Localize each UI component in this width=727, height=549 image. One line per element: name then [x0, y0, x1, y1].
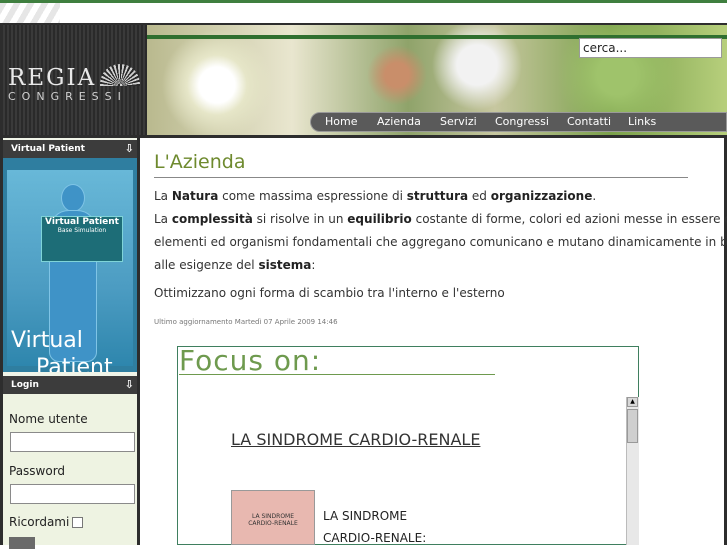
focus-divider: [179, 374, 495, 375]
remember-label: Ricordami: [9, 515, 70, 529]
paragraph-2c: alle esigenze del sistema:: [154, 258, 316, 272]
last-updated: Ultimo aggiornamento Martedì 07 Aprile 2…: [154, 318, 338, 326]
login-header-label: Login: [11, 380, 39, 390]
virtual-patient-line1: Virtual: [11, 328, 83, 353]
remember-checkbox[interactable]: [72, 517, 83, 528]
login-button[interactable]: [9, 537, 35, 549]
simulation-card-title: Virtual Patient: [45, 217, 119, 227]
focus-article-link[interactable]: LA SINDROME CARDIO-RENALE: [231, 430, 480, 449]
password-label: Password: [9, 464, 66, 478]
scroll-thumb[interactable]: [627, 409, 638, 443]
arrow-down-icon: ⇩: [124, 378, 134, 391]
virtual-patient-header-label: Virtual Patient: [11, 144, 85, 154]
focus-title: Focus on:: [179, 344, 322, 377]
simulation-card-subtitle: Base Simulation: [57, 227, 107, 234]
paragraph-1: La Natura come massima espressione di st…: [154, 189, 597, 203]
figure-head: [61, 184, 85, 212]
username-label: Nome utente: [9, 412, 88, 426]
logo-name: REGIA: [8, 65, 97, 91]
nav-item-azienda[interactable]: Azienda: [377, 115, 421, 128]
username-input[interactable]: [10, 432, 135, 452]
nav-item-home[interactable]: Home: [325, 115, 357, 128]
simulation-card: Virtual Patient Base Simulation: [41, 216, 123, 262]
nav-item-servizi[interactable]: Servizi: [440, 115, 477, 128]
virtual-patient-header[interactable]: Virtual Patient ⇩: [3, 140, 137, 158]
logo-subtitle: CONGRESSI: [8, 90, 127, 103]
thumbnail-text: LA SINDROME CARDIO-RENALE: [248, 513, 298, 527]
top-stripe: [0, 3, 727, 23]
paragraph-3: Ottimizzano ogni forma di scambio tra l'…: [154, 286, 505, 300]
arrow-down-icon: ⇩: [124, 142, 134, 155]
logo-fan-icon: [100, 64, 140, 86]
nav-item-congressi[interactable]: Congressi: [495, 115, 549, 128]
scroll-up-icon[interactable]: ▲: [627, 397, 638, 407]
focus-article-text-2: CARDIO-RENALE:: [323, 531, 427, 545]
search-input[interactable]: cerca...: [579, 38, 722, 58]
password-input[interactable]: [10, 484, 135, 504]
focus-article-text-1: LA SINDROME: [323, 509, 408, 523]
paragraph-2b: elementi ed organismi fondamentali che a…: [154, 235, 727, 249]
virtual-patient-line2: Patient: [36, 355, 113, 372]
title-divider: [154, 177, 688, 178]
page-title: L'Azienda: [154, 151, 246, 173]
main-nav: Home Azienda Servizi Congressi Contatti …: [310, 112, 727, 132]
virtual-patient-banner[interactable]: Virtual Patient Base Simulation Virtual …: [3, 158, 137, 372]
paragraph-2: La complessità si risolve in un equilibr…: [154, 212, 727, 226]
nav-item-contatti[interactable]: Contatti: [567, 115, 611, 128]
nav-item-links[interactable]: Links: [628, 115, 656, 128]
corner-decoration: [0, 3, 60, 23]
focus-article-thumbnail[interactable]: LA SINDROME CARDIO-RENALE: [231, 490, 315, 545]
login-header[interactable]: Login ⇩: [3, 376, 137, 394]
